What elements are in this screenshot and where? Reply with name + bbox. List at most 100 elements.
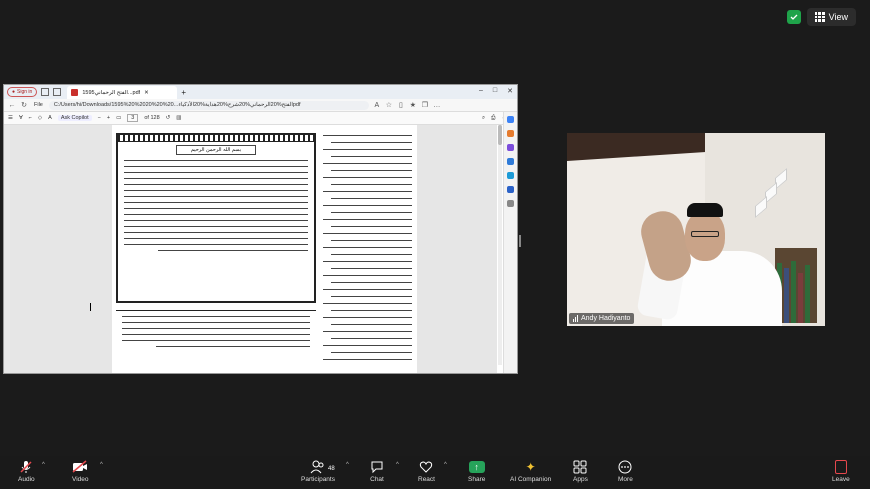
outlook-icon[interactable]: [507, 172, 514, 179]
more-icon[interactable]: …: [433, 102, 441, 109]
shopping-icon[interactable]: [507, 130, 514, 137]
address-bar: ← ↻ File C:/Users/hi/Downloads/1595%20%2…: [4, 99, 517, 112]
ask-copilot-button[interactable]: Ask Copilot: [57, 115, 92, 121]
basmala-heading: بسم الله الرحمن الرحيم: [176, 145, 256, 155]
resize-handle[interactable]: [519, 235, 521, 247]
chat-icon: [370, 459, 384, 475]
more-icon: [618, 459, 632, 475]
participants-button[interactable]: 48 Participants: [298, 459, 338, 483]
glasses: [691, 231, 719, 237]
shield-icon[interactable]: [786, 10, 801, 24]
browser-sidebar: [503, 112, 517, 373]
word-icon[interactable]: [507, 186, 514, 193]
react-button[interactable]: React: [418, 459, 435, 483]
meeting-toolbar: Audio ^ Video ^ 48 Participants ^ Chat ^: [0, 456, 870, 489]
chat-button[interactable]: Chat: [370, 459, 384, 483]
view-label: View: [828, 12, 848, 22]
text-cursor-icon: [90, 303, 95, 311]
draw-icon[interactable]: ∀: [19, 115, 23, 121]
camera-muted-icon: [72, 459, 88, 475]
pdf-icon: [71, 89, 79, 96]
tab-title: 1595الفتح الرحماني...pdf: [82, 89, 141, 96]
back-icon[interactable]: ←: [8, 102, 16, 109]
zoom-meeting-window: View ● Sign in 1595الفتح الرحماني...pdf …: [0, 0, 870, 489]
apps-icon: [573, 459, 587, 475]
audio-button[interactable]: Audio: [18, 459, 35, 483]
tab-actions-icon[interactable]: [53, 88, 62, 96]
browser-titlebar: ● Sign in 1595الفتح الرحماني...pdf ✕ + –…: [4, 85, 517, 99]
share-screen-icon: ↑: [468, 461, 485, 473]
participant-name: Andy Hadiyanto: [581, 315, 631, 322]
zoom-in-icon[interactable]: +: [107, 115, 110, 121]
window-controls: – □ ✕: [479, 87, 513, 95]
favorites-icon[interactable]: ★: [409, 101, 417, 109]
print-icon[interactable]: ⎙: [491, 115, 495, 122]
refresh-icon[interactable]: ↻: [20, 101, 28, 109]
chat-options-chevron-icon[interactable]: ^: [396, 462, 399, 468]
workspaces-icon[interactable]: [41, 88, 50, 96]
favorite-icon[interactable]: ☆: [385, 101, 393, 109]
sparkle-icon: ✦: [525, 460, 536, 474]
audio-options-chevron-icon[interactable]: ^: [42, 462, 45, 468]
top-right-controls: View: [786, 8, 856, 26]
close-window-icon[interactable]: ✕: [507, 87, 513, 95]
highlight-icon[interactable]: ⌐: [29, 115, 32, 121]
url-field[interactable]: C:/Users/hi/Downloads/1595%20%20الفتح%20…: [48, 100, 369, 110]
fit-icon[interactable]: ▭: [116, 115, 121, 121]
minimize-icon[interactable]: –: [479, 87, 483, 95]
heart-icon: [419, 459, 433, 475]
leave-icon: [834, 460, 847, 474]
main-text-frame: بسم الله الرحمن الرحيم: [116, 133, 316, 303]
grid-icon: [814, 12, 825, 22]
pdf-viewer[interactable]: بسم الله الرحمن الرحيم: [4, 125, 497, 373]
microphone-muted-icon: [19, 459, 33, 475]
file-label: File: [34, 102, 43, 108]
margin-text: [321, 129, 414, 369]
sign-in-button[interactable]: ● Sign in: [7, 87, 38, 97]
video-options-chevron-icon[interactable]: ^: [100, 462, 103, 468]
shared-screen: ● Sign in 1595الفتح الرحماني...pdf ✕ + –…: [3, 84, 518, 374]
new-tab-icon[interactable]: +: [181, 88, 186, 97]
participant-nameplate: Andy Hadiyanto: [569, 313, 635, 324]
read-aloud-icon[interactable]: A: [373, 102, 381, 109]
vertical-scrollbar[interactable]: [498, 125, 502, 365]
copilot-icon[interactable]: [507, 116, 514, 123]
rotate-icon[interactable]: ↺: [166, 115, 171, 121]
participants-count: 48: [328, 466, 335, 472]
search-icon[interactable]: ⌕: [482, 115, 485, 122]
more-button[interactable]: More: [618, 459, 633, 483]
text-icon[interactable]: A: [48, 115, 52, 121]
pdf-page: بسم الله الرحمن الرحيم: [112, 125, 417, 373]
collections-icon[interactable]: ❐: [421, 101, 429, 109]
maximize-icon[interactable]: □: [493, 87, 497, 95]
zoom-out-icon[interactable]: −: [98, 115, 101, 121]
add-sidebar-icon[interactable]: [507, 200, 514, 207]
view-mode-icon[interactable]: ▥: [176, 115, 181, 121]
cap: [687, 203, 723, 217]
leave-button[interactable]: Leave: [832, 459, 850, 483]
page-number-input[interactable]: 3: [127, 114, 139, 122]
ai-companion-button[interactable]: ✦ AI Companion: [510, 459, 551, 483]
video-button[interactable]: Video: [72, 459, 89, 483]
react-options-chevron-icon[interactable]: ^: [444, 462, 447, 468]
profile-icon: ●: [12, 88, 16, 95]
ornament-border: [118, 135, 314, 142]
share-button[interactable]: ↑ Share: [468, 459, 485, 483]
page-total: of 128: [144, 115, 160, 121]
apps-button[interactable]: Apps: [573, 459, 588, 483]
erase-icon[interactable]: ◇: [38, 115, 42, 121]
browser-tab[interactable]: 1595الفتح الرحماني...pdf ✕: [67, 86, 178, 99]
close-tab-icon[interactable]: ✕: [144, 90, 149, 96]
games-icon[interactable]: [507, 158, 514, 165]
wall-vents: [755, 167, 795, 233]
participants-options-chevron-icon[interactable]: ^: [346, 462, 349, 468]
contents-icon[interactable]: ☰: [8, 115, 13, 121]
split-screen-icon[interactable]: ▯: [397, 101, 405, 109]
pdf-toolbar: ☰ ∀ ⌐ ◇ A Ask Copilot − + ▭ 3 of 128 ↺ ▥…: [4, 112, 517, 125]
participants-icon: 48: [310, 459, 335, 475]
participant-video-tile[interactable]: Andy Hadiyanto: [567, 133, 825, 326]
commentary-text: [116, 310, 316, 360]
view-button[interactable]: View: [806, 8, 856, 26]
signal-icon: [573, 315, 578, 322]
tools-icon[interactable]: [507, 144, 514, 151]
